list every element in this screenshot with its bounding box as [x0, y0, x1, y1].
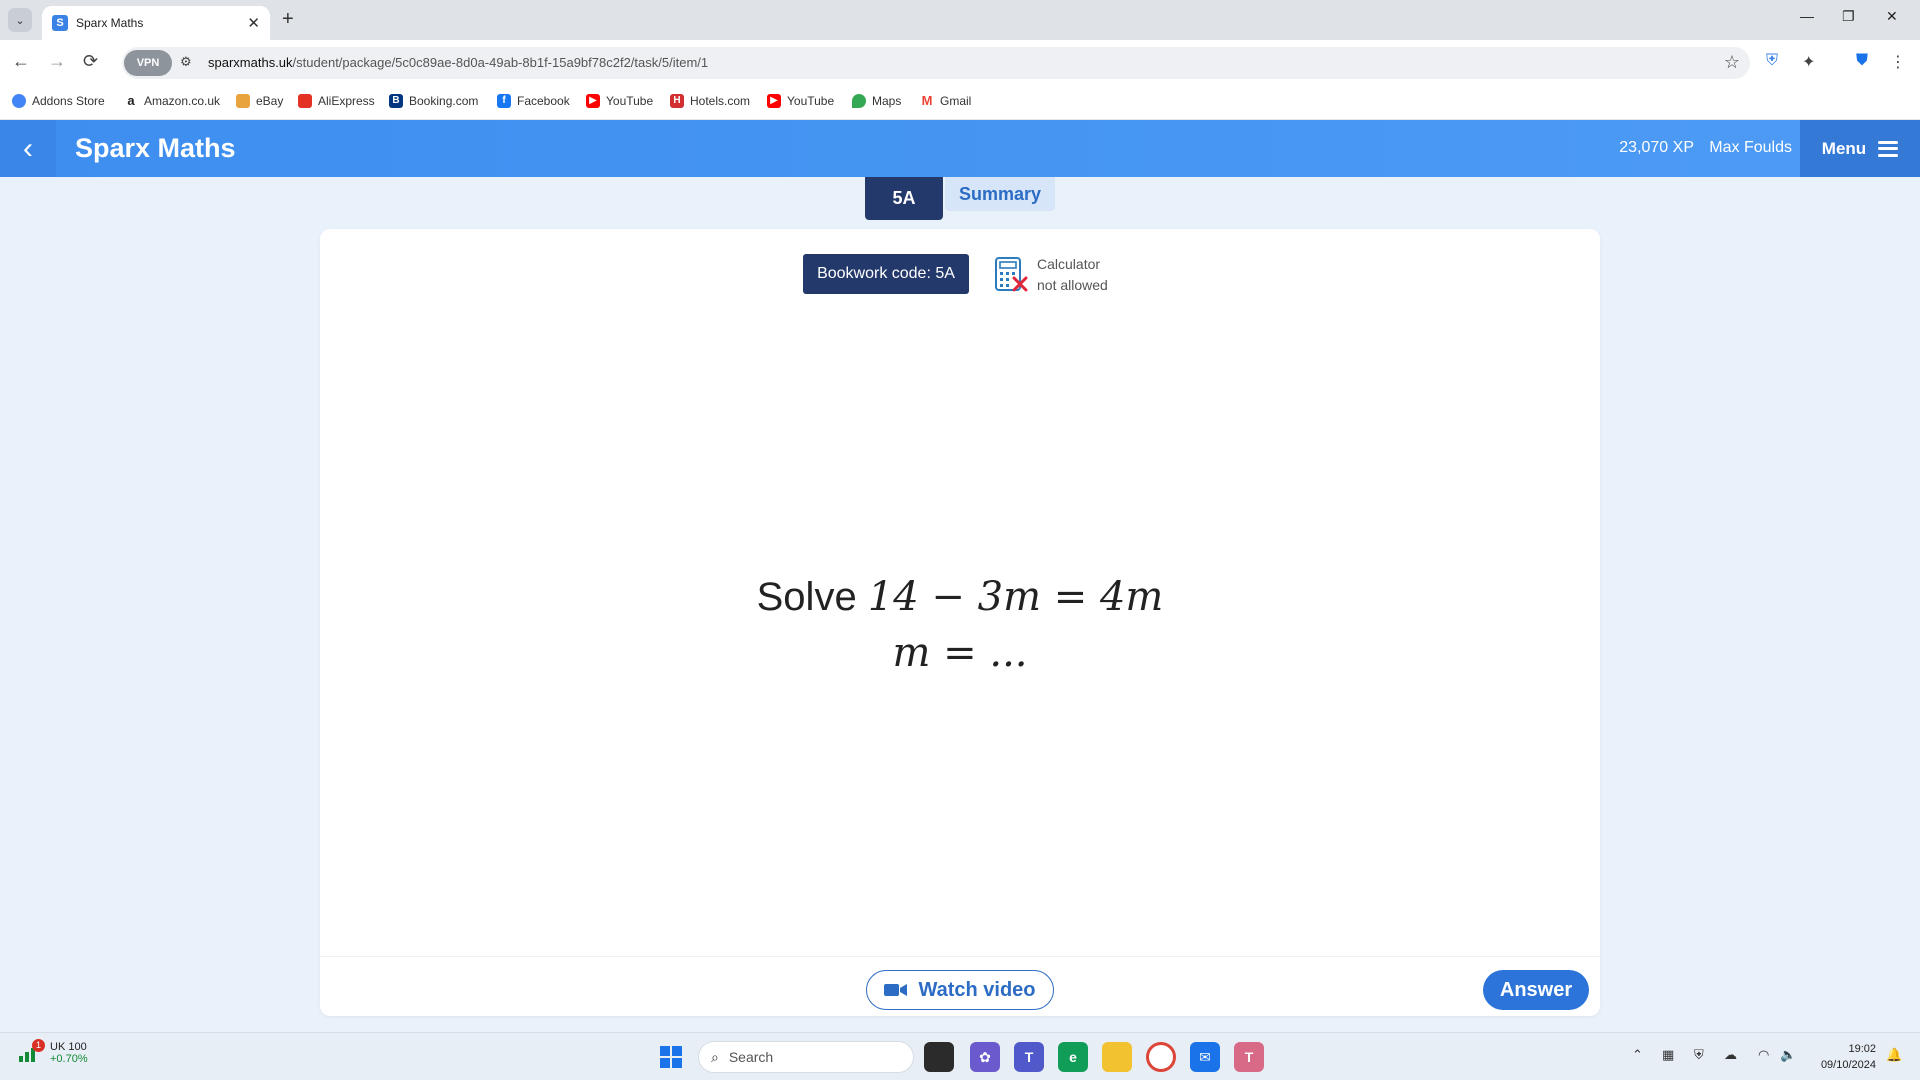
teams-work-icon[interactable]: T [1234, 1042, 1264, 1072]
card-footer: Watch video Answer [320, 956, 1600, 1016]
user-name[interactable]: Max Foulds [1709, 139, 1792, 157]
hotels-icon: H [670, 94, 684, 108]
browser-tab-sparx[interactable]: S Sparx Maths ✕ [42, 6, 270, 40]
stock-name: UK 100 [50, 1041, 87, 1053]
gmail-icon: M [921, 93, 933, 108]
notification-badge: 1 [32, 1039, 45, 1052]
calculator-not-allowed-icon [995, 257, 1028, 292]
bookmark-gmail[interactable]: M Gmail [920, 93, 972, 109]
bookmark-aliexpress[interactable]: AliExpress [298, 94, 375, 108]
clock[interactable]: 19:02 09/10/2024 [1821, 1041, 1876, 1073]
bookmark-hotels[interactable]: H Hotels.com [670, 94, 750, 108]
bookwork-code: Bookwork code: 5A [803, 254, 969, 294]
question-text: Solve 14 − 3m = 4m m = ... [320, 569, 1600, 681]
sparx-header: ‹ Sparx Maths 23,070 XP Max Foulds Menu [0, 120, 1920, 177]
youtube-icon: ▶ [586, 94, 600, 108]
ebay-icon [236, 94, 250, 108]
copilot-icon[interactable]: ✿ [970, 1042, 1000, 1072]
tab-summary[interactable]: Summary [945, 177, 1055, 211]
maps-icon [852, 94, 866, 108]
windows-taskbar: 1 UK 100 +0.70% ⌕ Search ✿ T e ✉ T ⌃ ▦ ⛨… [0, 1032, 1920, 1080]
new-tab-button[interactable]: + [282, 8, 294, 31]
answer-prompt: m = ... [892, 630, 1028, 676]
restore-icon[interactable]: ❐ [1842, 8, 1855, 25]
shield-icon[interactable]: ⛊ [1856, 52, 1868, 70]
bookmark-amazon[interactable]: a Amazon.co.uk [124, 93, 220, 109]
chrome-icon[interactable] [1146, 1042, 1176, 1072]
back-arrow-icon[interactable]: ← [12, 51, 30, 72]
url-text[interactable]: sparxmaths.uk/student/package/5c0c89ae-8… [208, 55, 708, 70]
tab-5a[interactable]: 5A [865, 177, 943, 220]
show-hidden-icons-icon[interactable]: ⌃ [1632, 1047, 1643, 1063]
windows-start-icon[interactable] [656, 1042, 686, 1072]
site-settings-icon[interactable]: ⚙ [180, 54, 192, 70]
stock-change: +0.70% [50, 1053, 88, 1065]
mail-icon[interactable]: ✉ [1190, 1042, 1220, 1072]
youtube-icon: ▶ [767, 94, 781, 108]
hamburger-icon [1878, 140, 1899, 157]
close-tab-icon[interactable]: ✕ [247, 14, 260, 32]
aliexpress-icon [298, 94, 312, 108]
bookmark-facebook[interactable]: f Facebook [497, 94, 570, 108]
bookmark-youtube-2[interactable]: ▶ YouTube [767, 94, 834, 108]
menu-button[interactable]: Menu [1800, 120, 1920, 177]
bookmark-star-icon[interactable]: ☆ [1724, 52, 1740, 73]
brand-title: Sparx Maths [75, 133, 236, 163]
edge-icon[interactable]: e [1058, 1042, 1088, 1072]
forward-arrow-icon[interactable]: → [48, 51, 66, 72]
tray-app-icon[interactable]: ▦ [1662, 1047, 1674, 1063]
amazon-icon: a [127, 93, 135, 108]
menu-label: Menu [1821, 138, 1867, 158]
bookmark-addons-store[interactable]: Addons Store [12, 94, 105, 108]
search-icon: ⌕ [711, 1048, 719, 1065]
file-explorer-icon[interactable] [1102, 1042, 1132, 1072]
address-bar[interactable]: VPN ⚙ sparxmaths.uk/student/package/5c0c… [122, 47, 1750, 79]
password-manager-icon[interactable]: ⛨ [1766, 52, 1778, 70]
booking-icon: B [389, 94, 403, 108]
browser-toolbar: ← → ⟳ VPN ⚙ sparxmaths.uk/student/packag… [0, 40, 1920, 86]
extensions-icon[interactable]: ✦ [1802, 52, 1815, 72]
volume-icon[interactable]: 🔈 [1780, 1047, 1796, 1063]
onedrive-icon[interactable]: ☁ [1724, 1047, 1737, 1063]
browser-menu-icon[interactable]: ⋮ [1890, 52, 1906, 72]
sparx-favicon-icon: S [52, 15, 68, 31]
calculator-status: Calculator not allowed [1037, 256, 1108, 293]
close-window-icon[interactable]: ✕ [1886, 8, 1898, 25]
reload-icon[interactable]: ⟳ [83, 51, 98, 72]
tab-search-dropdown[interactable]: ⌄ [8, 8, 32, 32]
bookmark-ebay[interactable]: eBay [236, 94, 283, 108]
question-instruction: Solve [756, 575, 857, 619]
bookmark-maps[interactable]: Maps [852, 94, 901, 108]
watch-video-label: Watch video [918, 978, 1036, 1001]
security-icon[interactable]: ⛨ [1694, 1047, 1704, 1063]
wifi-icon[interactable]: ◠ [1758, 1047, 1769, 1063]
watch-video-button[interactable]: Watch video [866, 970, 1054, 1010]
search-label: Search [728, 1049, 774, 1065]
video-camera-icon [884, 984, 908, 996]
vpn-badge[interactable]: VPN [124, 50, 172, 76]
tab-title: Sparx Maths [76, 16, 144, 30]
addons-icon [12, 94, 26, 108]
notification-bell-icon[interactable]: 🔔 [1886, 1047, 1902, 1063]
xp-counter: 23,070 XP [1619, 139, 1694, 156]
facebook-icon: f [497, 94, 511, 108]
question-equation: 14 − 3m = 4m [867, 574, 1164, 620]
back-chevron-icon[interactable]: ‹ [0, 120, 56, 177]
teams-icon[interactable]: T [1014, 1042, 1044, 1072]
stock-widget[interactable]: 1 UK 100 +0.70% [18, 1039, 88, 1065]
question-card: Bookwork code: 5A Calculator not allowed… [320, 229, 1600, 1016]
minimize-icon[interactable]: — [1800, 8, 1814, 24]
answer-button[interactable]: Answer [1483, 970, 1589, 1010]
bookmark-booking[interactable]: B Booking.com [389, 94, 478, 108]
bookmark-youtube[interactable]: ▶ YouTube [586, 94, 653, 108]
task-view-icon[interactable] [924, 1042, 954, 1072]
taskbar-search[interactable]: ⌕ Search [698, 1041, 914, 1073]
bookmarks-bar: Addons Store a Amazon.co.uk eBay AliExpre… [0, 86, 1920, 120]
browser-tab-strip: ⌄ S Sparx Maths ✕ + — ❐ ✕ [0, 0, 1920, 40]
